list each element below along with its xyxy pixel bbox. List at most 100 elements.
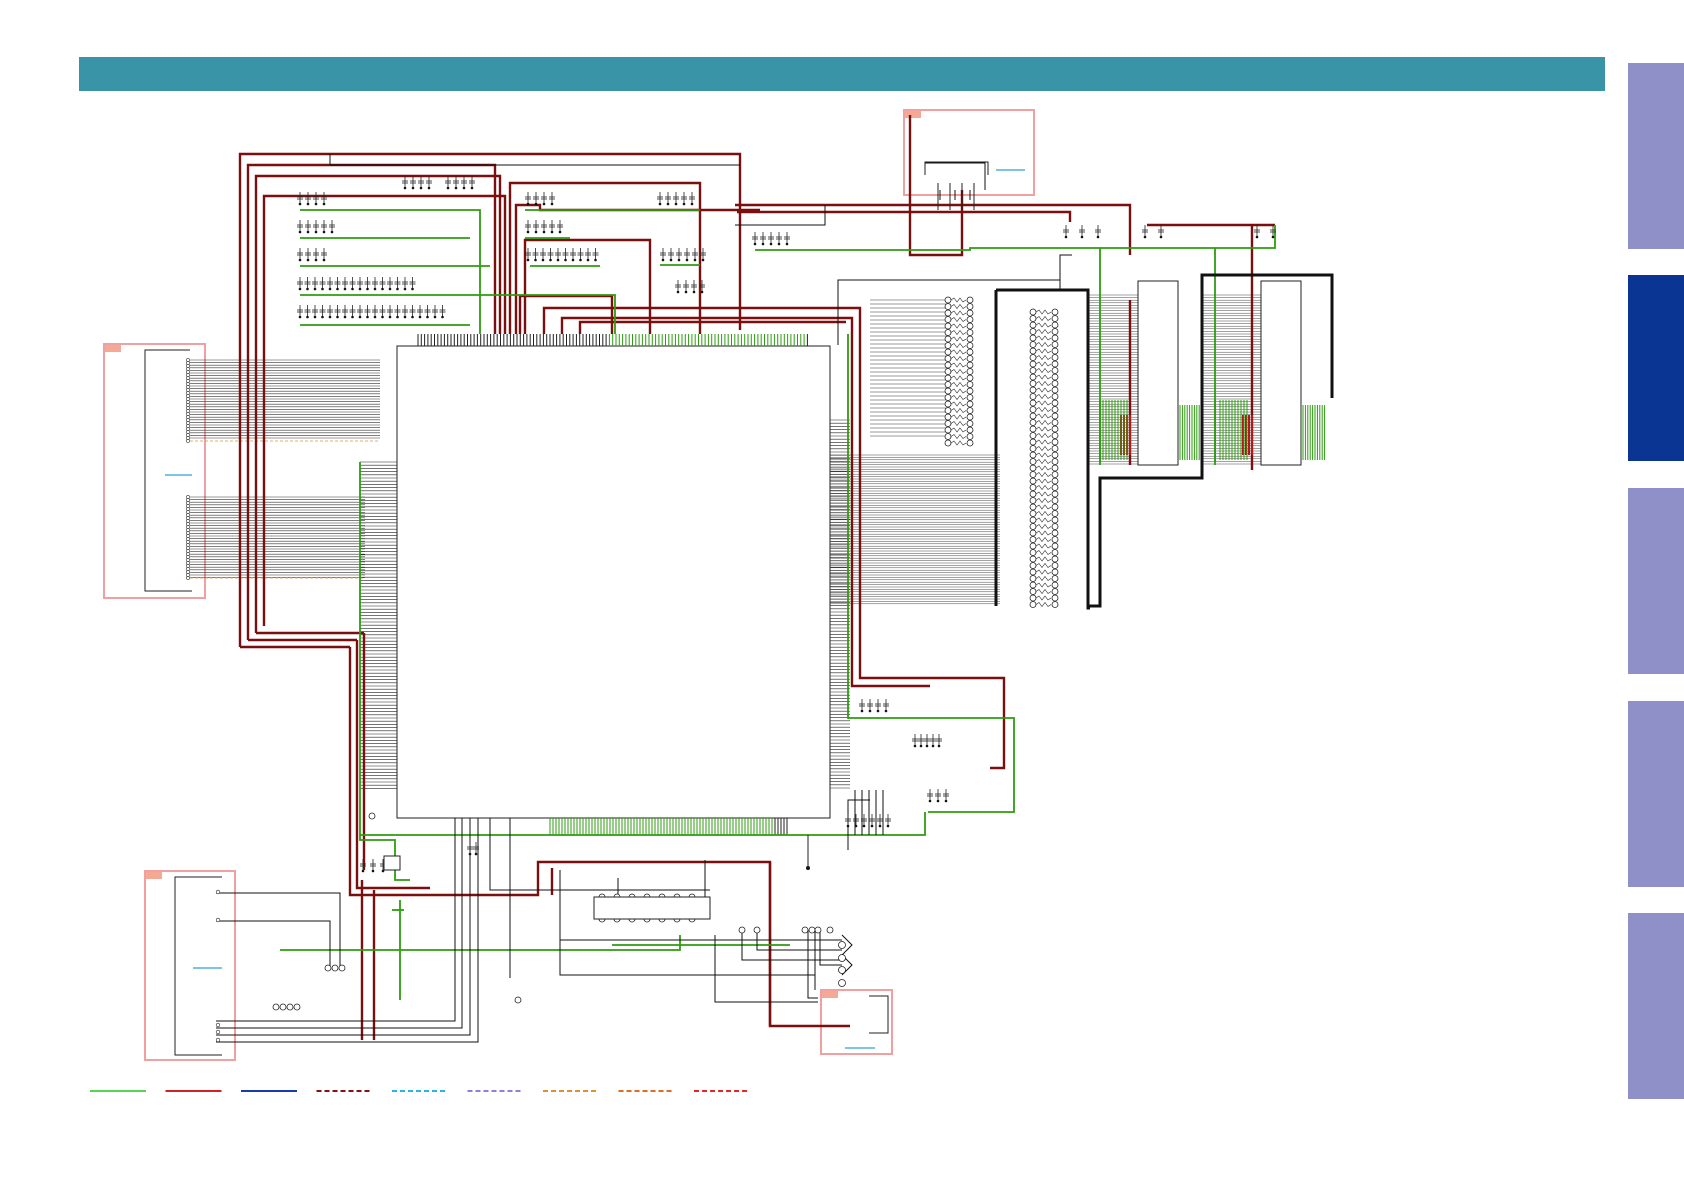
power-trace	[908, 115, 964, 257]
resistor-node	[1051, 581, 1059, 589]
connector-pin	[215, 1022, 221, 1028]
junction	[526, 202, 530, 206]
junction	[676, 290, 680, 294]
junction	[314, 258, 318, 262]
junction	[470, 186, 474, 190]
junction	[418, 315, 422, 319]
junction	[669, 258, 673, 262]
junction	[313, 287, 317, 291]
junction	[381, 315, 384, 319]
junction	[298, 315, 302, 319]
test-point	[826, 926, 834, 934]
junction	[1096, 235, 1100, 239]
resistor-node	[1029, 477, 1037, 485]
junction	[556, 258, 560, 262]
junction	[403, 186, 407, 190]
resistor-node	[1051, 601, 1059, 608]
resistor-node	[944, 296, 952, 304]
resistor	[1035, 381, 1052, 386]
resistor-node	[1051, 464, 1059, 472]
resistor	[1035, 543, 1052, 549]
junction	[366, 287, 369, 291]
resistor-node	[1029, 458, 1037, 465]
junction	[403, 315, 407, 319]
resistor-node	[966, 335, 974, 343]
test-point	[272, 1003, 280, 1011]
resistor-node	[1029, 445, 1037, 452]
resistor-node	[1051, 471, 1059, 478]
resistor-node	[1029, 536, 1037, 543]
resistor-node	[1029, 432, 1037, 439]
connector-pin	[215, 889, 221, 895]
junction	[534, 258, 537, 262]
junction	[1255, 235, 1259, 239]
resistor-node	[1051, 458, 1059, 465]
resistor-node	[1051, 393, 1059, 400]
junction	[925, 744, 929, 748]
resistor	[1035, 504, 1052, 510]
junction	[306, 202, 310, 206]
dip-ic	[593, 896, 711, 920]
resistor	[1035, 465, 1052, 471]
junction	[343, 315, 347, 319]
resistor	[950, 395, 967, 400]
junction	[862, 824, 866, 828]
resistor-node	[1051, 354, 1059, 361]
resistor	[1035, 439, 1052, 445]
resistor-node	[944, 361, 952, 369]
junction	[314, 230, 318, 234]
resistor	[1035, 355, 1052, 360]
resistor-node	[944, 322, 952, 330]
resistor	[1035, 550, 1052, 555]
resistor-node	[966, 348, 974, 356]
resistor-node	[944, 426, 952, 434]
junction	[1271, 235, 1275, 239]
junction	[753, 242, 757, 246]
junction	[322, 258, 326, 262]
resistor-node	[966, 381, 974, 388]
resistor-node	[1051, 594, 1059, 602]
resistor	[1035, 511, 1052, 516]
junction	[542, 230, 546, 234]
connector-pin	[838, 954, 846, 962]
junction	[931, 744, 935, 748]
resistor-node	[1051, 308, 1059, 316]
resistor	[950, 362, 967, 368]
resistor-node	[966, 296, 974, 304]
junction	[684, 290, 688, 294]
resistor	[1035, 602, 1052, 607]
resistor-node	[1029, 328, 1037, 335]
junction	[870, 824, 874, 828]
junction	[388, 315, 392, 319]
resistor-node	[1029, 490, 1037, 498]
test-point	[324, 964, 332, 972]
resistor	[1035, 556, 1052, 562]
junction	[328, 315, 332, 319]
resistor	[950, 336, 967, 342]
resistor	[950, 401, 967, 407]
junction	[411, 287, 414, 291]
resistor-node	[1029, 360, 1037, 368]
resistor-node	[966, 322, 974, 330]
connector-pin	[215, 1029, 221, 1035]
resistor	[1035, 589, 1052, 594]
test-point	[738, 926, 746, 934]
junction	[330, 230, 334, 234]
junction	[700, 290, 704, 294]
resistor-node	[1051, 432, 1059, 439]
connector-pin	[186, 439, 190, 443]
junction	[878, 824, 882, 828]
resistor	[1035, 498, 1052, 503]
junction	[571, 258, 575, 262]
resistor-node	[1051, 549, 1059, 556]
resistor	[1035, 517, 1052, 523]
resistor-node	[1051, 438, 1059, 446]
junction	[396, 287, 399, 291]
resistor-node	[1029, 588, 1037, 595]
resistor-node	[1051, 568, 1059, 576]
resistor-node	[944, 355, 952, 362]
resistor	[950, 427, 967, 433]
junction	[661, 258, 665, 262]
resistor	[1035, 400, 1052, 406]
junction	[462, 186, 466, 190]
